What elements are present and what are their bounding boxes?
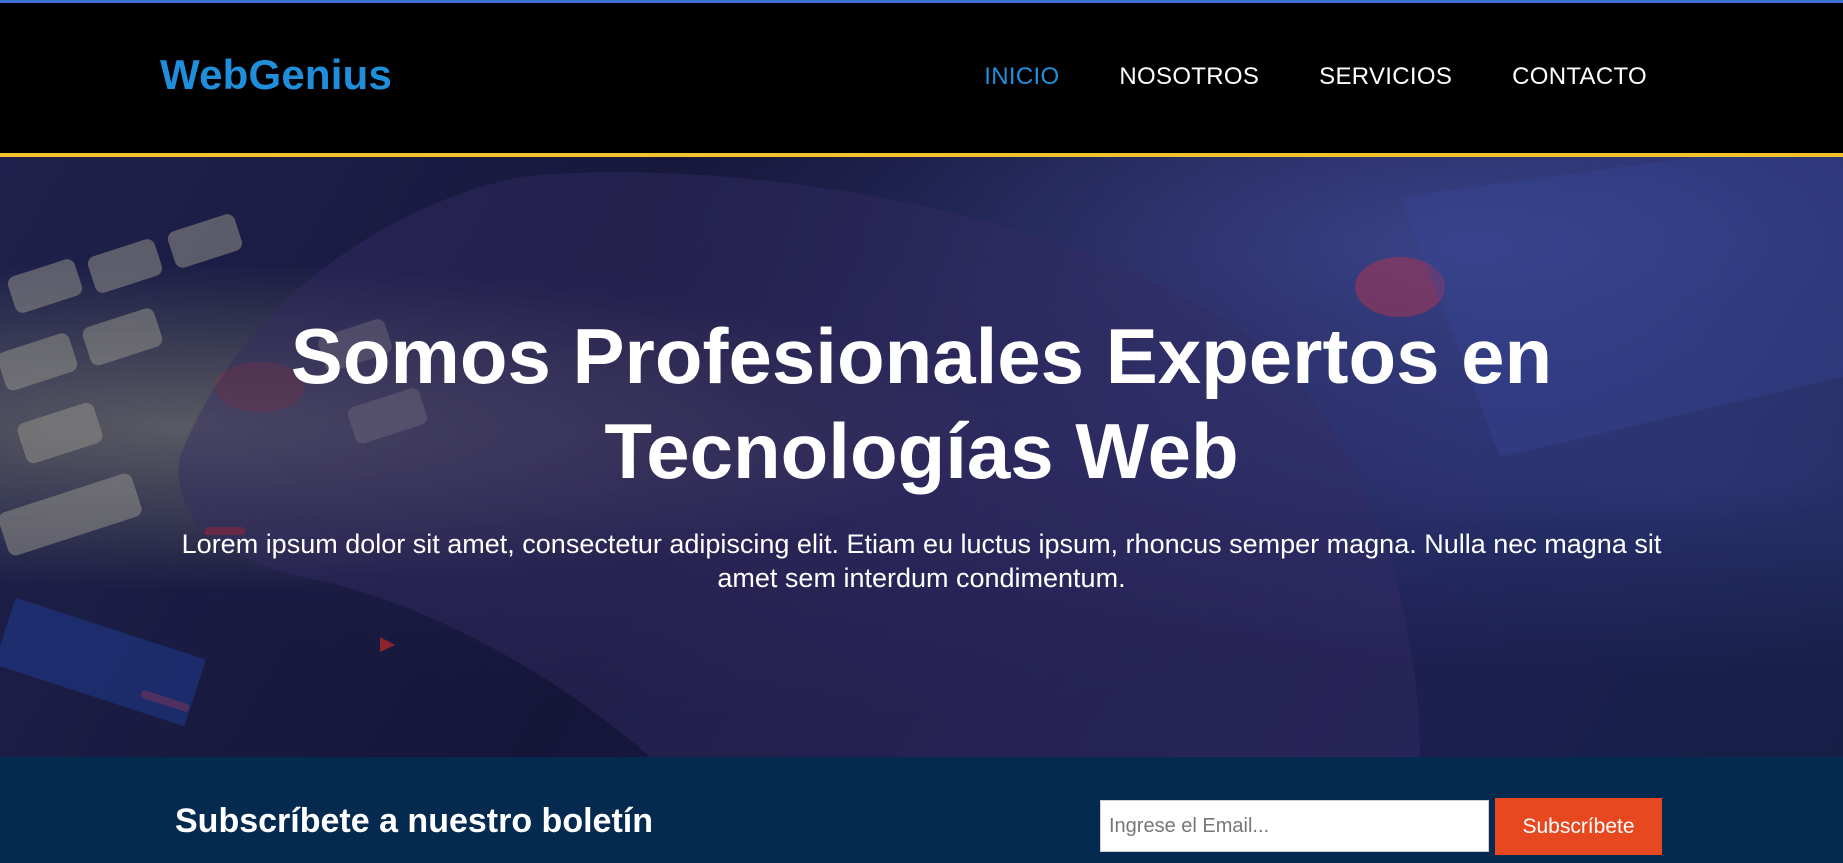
- nav-item-inicio[interactable]: INICIO: [984, 63, 1059, 91]
- hero-title: Somos Profesionales Expertos en Tecnolog…: [290, 312, 1553, 495]
- main-navigation: INICIO NOSOTROS SERVICIOS CONTACTO: [984, 63, 1647, 91]
- subscribe-button[interactable]: Subscríbete: [1495, 798, 1662, 855]
- nav-item-nosotros[interactable]: NOSOTROS: [1119, 63, 1259, 91]
- nav-item-contacto[interactable]: CONTACTO: [1512, 63, 1647, 91]
- newsletter-section: Subscríbete a nuestro boletín Subscríbet…: [0, 757, 1843, 863]
- hero-banner: Somos Profesionales Expertos en Tecnolog…: [0, 157, 1843, 757]
- newsletter-title: Subscríbete a nuestro boletín: [175, 802, 653, 840]
- site-header: WebGenius INICIO NOSOTROS SERVICIOS CONT…: [0, 3, 1843, 153]
- brand-logo[interactable]: WebGenius: [160, 51, 392, 99]
- email-input[interactable]: [1100, 800, 1489, 852]
- nav-item-servicios[interactable]: SERVICIOS: [1319, 63, 1452, 91]
- hero-description: Lorem ipsum dolor sit amet, consectetur …: [181, 529, 1662, 593]
